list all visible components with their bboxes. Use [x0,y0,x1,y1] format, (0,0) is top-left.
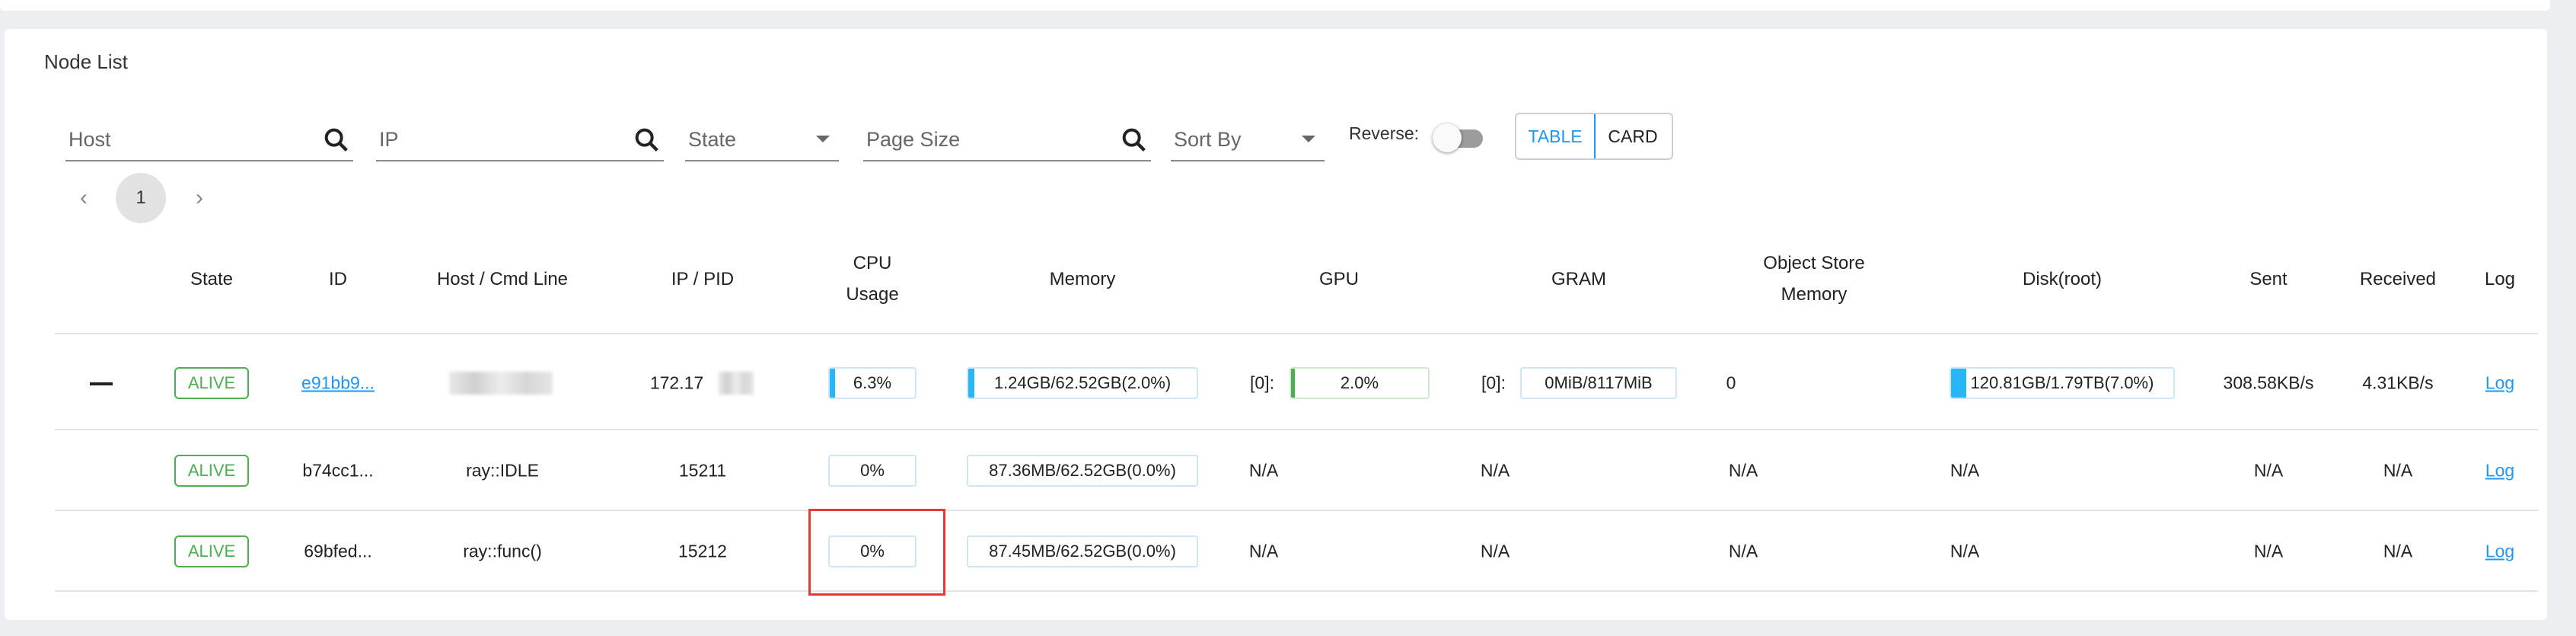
gpu-cell: N/A [1248,541,1279,561]
page-size-placeholder: Page Size [866,128,961,151]
table-view-button[interactable]: TABLE [1516,114,1596,158]
cpu-usage-text: 6.3% [853,373,892,392]
divider [55,333,2538,334]
caret-down-icon [816,136,830,142]
header-gram[interactable]: GRAM [1551,264,1606,295]
search-icon[interactable] [632,125,662,155]
header-object-store-memory[interactable]: Memory [1781,280,1848,310]
page-1-button[interactable]: 1 [116,173,166,223]
node-list-panel [5,29,2547,620]
header-id[interactable]: ID [329,264,347,295]
node-id: 69bfed... [304,541,372,561]
gram-cell: N/A [1480,541,1510,561]
cmd-line: ray::IDLE [466,460,539,481]
search-icon[interactable] [1119,125,1149,155]
node-id: b74cc1... [302,460,374,481]
header-received[interactable]: Received [2360,264,2436,295]
object-store-cell: N/A [1728,541,1758,561]
sort-by-select[interactable]: Sort By [1171,122,1325,161]
sent-cell: N/A [2253,460,2284,481]
header-host[interactable]: Host / Cmd Line [437,264,568,295]
log-link[interactable]: Log [2485,542,2514,562]
ip-placeholder: IP [379,128,399,151]
header-ip[interactable]: IP / PID [671,264,734,295]
node-id-link[interactable]: e91bb9... [301,373,375,394]
gram-cell: N/A [1480,460,1510,481]
sent-cell: N/A [2253,541,2284,561]
ip-cell: 172.17 [649,372,704,393]
header-gpu[interactable]: GPU [1319,264,1359,295]
caret-down-icon [1302,136,1315,142]
highlight-box [808,509,945,596]
state-placeholder: State [688,128,737,151]
state-select[interactable]: State [685,122,839,161]
host-placeholder: Host [69,128,111,151]
header-disk[interactable]: Disk(root) [2023,264,2102,295]
ip-search-input[interactable]: IP [376,122,664,161]
gpu-cell: N/A [1248,460,1279,481]
gpu-index: [0]: [1250,372,1274,393]
gram-index: [0]: [1481,372,1506,393]
redacted-host [449,372,553,395]
view-toggle-group: TABLE CARD [1515,113,1673,160]
header-state[interactable]: State [190,264,233,295]
received-cell: N/A [2383,541,2413,561]
cpu-usage-text: 0% [860,461,885,480]
cmd-line: ray::func() [463,541,542,561]
gram-text: 0MiB/8117MiB [1545,373,1653,392]
memory-bar: 87.36MB/62.52GB(0.0%) [967,455,1198,487]
memory-text: 87.45MB/62.52GB(0.0%) [989,542,1176,561]
status-badge: ALIVE [174,535,249,567]
memory-text: 1.24GB/62.52GB(2.0%) [993,373,1172,392]
status-badge: ALIVE [174,455,249,487]
cpu-usage-bar: 6.3% [828,367,917,399]
header-cpu[interactable]: CPU [853,248,892,279]
gram-bar: 0MiB/8117MiB [1520,367,1677,399]
sort-by-placeholder: Sort By [1174,128,1242,151]
disk-text: 120.81GB/1.79TB(7.0%) [1970,373,2154,392]
pid-cell: 15212 [678,541,727,561]
object-store-cell: 0 [1726,372,1736,393]
disk-cell: N/A [1950,541,1980,561]
header-log[interactable]: Log [2485,264,2515,295]
sent-cell: 308.58KB/s [2223,372,2314,393]
reverse-label: Reverse: [1349,123,1420,143]
minus-icon[interactable] [90,382,113,385]
host-search-input[interactable]: Host [65,122,353,161]
panel-title: Node List [44,50,128,73]
disk-bar: 120.81GB/1.79TB(7.0%) [1950,367,2175,399]
reverse-toggle[interactable] [1430,120,1487,154]
received-cell: N/A [2383,460,2413,481]
received-cell: 4.31KB/s [2362,372,2434,393]
gpu-usage-text: 2.0% [1340,373,1379,392]
redacted-ip [719,372,754,395]
memory-bar: 87.45MB/62.52GB(0.0%) [967,535,1198,567]
disk-cell: N/A [1950,460,1980,481]
header-sent[interactable]: Sent [2249,264,2287,295]
cpu-usage-bar: 0% [828,455,917,487]
log-link[interactable]: Log [2485,373,2514,394]
log-link[interactable]: Log [2485,461,2514,481]
toggle-thumb[interactable] [1433,123,1462,152]
pid-cell: 15211 [678,460,727,481]
divider [55,590,2538,592]
status-badge: ALIVE [174,367,249,399]
header-cpu-usage[interactable]: Usage [846,280,898,310]
header-object-store[interactable]: Object Store [1763,248,1864,279]
memory-text: 87.36MB/62.52GB(0.0%) [989,461,1176,480]
divider [55,429,2538,430]
search-icon[interactable] [321,125,352,155]
memory-bar: 1.24GB/62.52GB(2.0%) [967,367,1198,399]
next-page-button[interactable]: › [184,183,215,213]
card-view-button[interactable]: CARD [1594,114,1672,158]
gpu-usage-bar: 2.0% [1290,367,1430,399]
header-memory[interactable]: Memory [1050,264,1116,295]
page-size-input[interactable]: Page Size [863,122,1151,161]
prev-page-button[interactable]: ‹ [69,183,99,213]
divider [55,510,2538,511]
previous-card [0,0,2550,11]
object-store-cell: N/A [1728,460,1758,481]
